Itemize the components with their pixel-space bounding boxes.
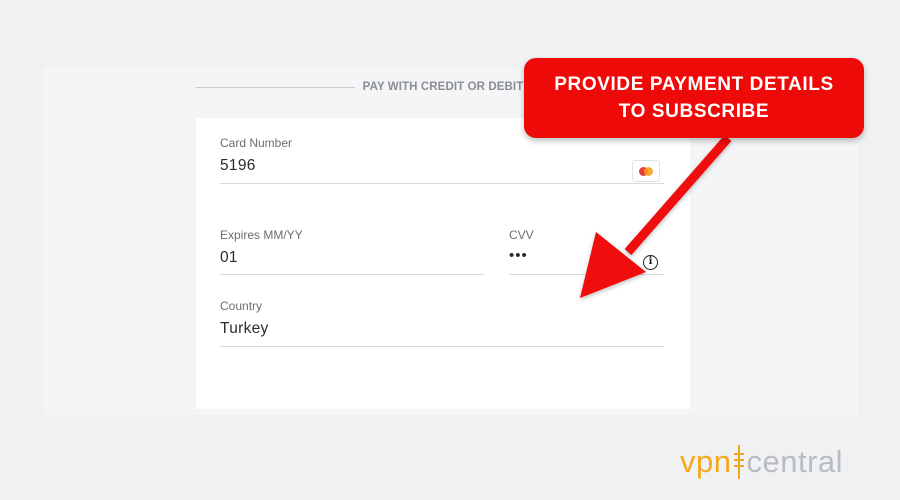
country-field[interactable]: Country Turkey: [220, 299, 664, 347]
logo-central-text: central: [746, 444, 844, 479]
section-title: PAY WITH CREDIT OR DEBIT: [362, 81, 524, 93]
cvv-field[interactable]: CVV •••: [509, 228, 664, 275]
cvv-input[interactable]: •••: [509, 247, 664, 264]
card-number-field[interactable]: Card Number 5196: [220, 136, 664, 184]
expiry-input[interactable]: 01: [220, 249, 484, 267]
cvv-underline: [509, 274, 664, 275]
expiry-field[interactable]: Expires MM/YY 01: [220, 228, 484, 275]
card-number-underline: [220, 183, 664, 184]
logo-vpn-text: vpn: [680, 444, 732, 479]
card-number-label: Card Number: [220, 136, 293, 150]
vpncentral-logo: vpn central: [680, 440, 843, 484]
heading-divider-left: [196, 86, 355, 88]
info-icon[interactable]: i: [643, 255, 658, 270]
expiry-label: Expires MM/YY: [220, 228, 303, 242]
expiry-underline: [220, 274, 484, 275]
callout-line-2: TO SUBSCRIBE: [618, 101, 770, 122]
card-number-input[interactable]: 5196: [220, 157, 664, 175]
country-label: Country: [220, 299, 263, 313]
callout-line-1: PROVIDE PAYMENT DETAILS: [554, 74, 834, 95]
country-select[interactable]: Turkey: [220, 320, 664, 338]
payment-form-card: Card Number 5196 Expires MM/YY 01 CVV ••…: [196, 118, 690, 409]
callout-banner: PROVIDE PAYMENT DETAILS TO SUBSCRIBE: [524, 58, 864, 138]
mastercard-icon: [632, 160, 660, 182]
logo-mark-icon: [734, 445, 745, 479]
country-underline: [220, 346, 664, 347]
cvv-label: CVV: [509, 228, 534, 242]
